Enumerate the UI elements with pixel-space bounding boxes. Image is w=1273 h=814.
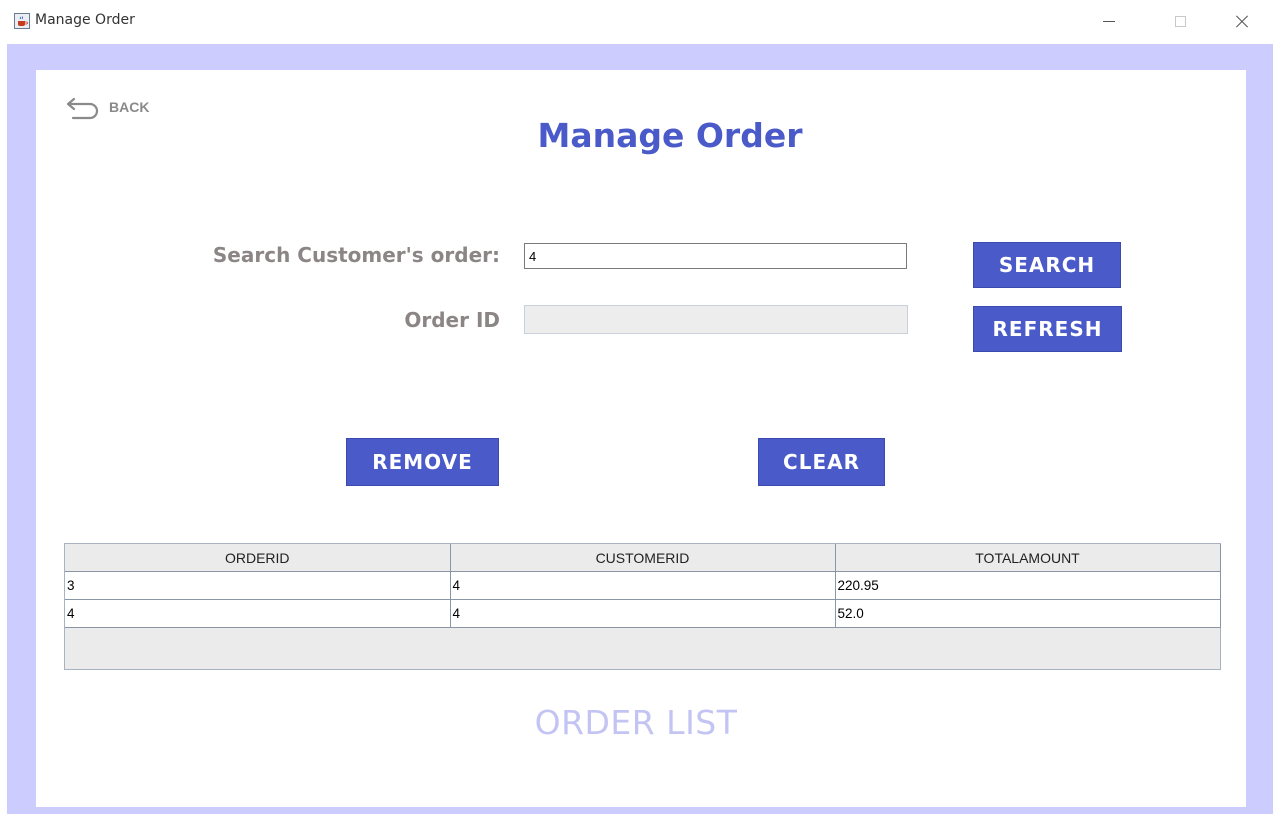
table-cell[interactable]: 4 (450, 571, 836, 600)
remove-button[interactable]: REMOVE (346, 438, 499, 486)
table-cell[interactable]: 220.95 (835, 571, 1221, 600)
search-customer-input[interactable] (524, 243, 907, 269)
orders-table[interactable]: ORDERID CUSTOMERID TOTALAMOUNT 3 4 220.9… (64, 543, 1221, 670)
back-arrow-icon (66, 97, 99, 120)
java-cup-icon (14, 13, 30, 29)
table-cell[interactable]: 4 (450, 599, 836, 628)
table-header-row: ORDERID CUSTOMERID TOTALAMOUNT (65, 544, 1221, 572)
maximize-button[interactable] (1168, 8, 1196, 36)
window-title: Manage Order (35, 12, 135, 28)
table-cell[interactable]: 3 (65, 571, 451, 600)
minimize-button[interactable] (1097, 8, 1125, 36)
content-panel (36, 70, 1246, 807)
order-id-field[interactable] (524, 305, 908, 334)
order-id-label: Order ID (404, 308, 500, 332)
table-cell[interactable]: 4 (65, 599, 451, 628)
table-row[interactable]: 4 4 52.0 (65, 599, 1221, 628)
table-cell[interactable]: 52.0 (835, 599, 1221, 628)
title-bar: Manage Order (0, 0, 1273, 44)
refresh-button[interactable]: REFRESH (973, 306, 1122, 352)
column-header-customerid[interactable]: CUSTOMERID (450, 544, 836, 572)
clear-button[interactable]: CLEAR (758, 438, 885, 486)
page-title: Manage Order (537, 116, 803, 155)
column-header-totalamount[interactable]: TOTALAMOUNT (835, 544, 1221, 572)
table-row[interactable]: 3 4 220.95 (65, 571, 1221, 600)
search-customer-label: Search Customer's order: (212, 243, 500, 267)
back-label: BACK (109, 99, 150, 115)
search-button[interactable]: SEARCH (973, 242, 1121, 288)
close-button[interactable] (1230, 8, 1258, 36)
column-header-orderid[interactable]: ORDERID (65, 544, 451, 572)
order-list-caption: ORDER LIST (534, 703, 738, 742)
